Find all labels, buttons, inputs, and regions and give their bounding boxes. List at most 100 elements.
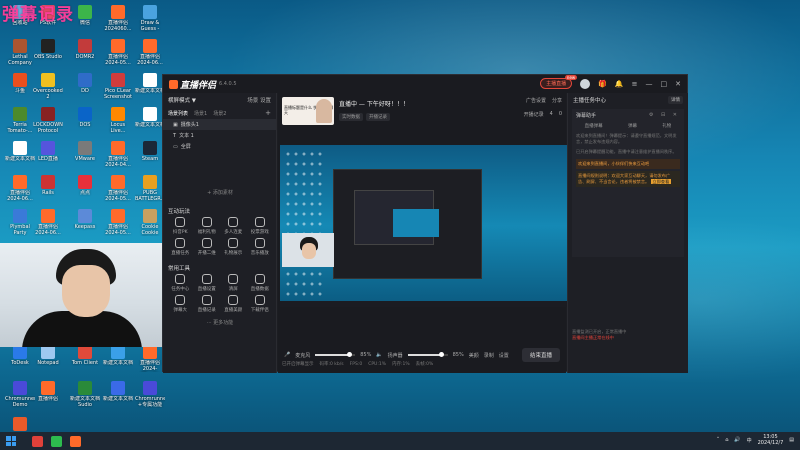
desktop-icon[interactable]: 直播伴侣 2024-06... [5, 175, 35, 202]
more-functions-button[interactable]: ··· 更多功能 [163, 319, 277, 326]
desktop-icon[interactable]: DD [70, 73, 100, 100]
minimize-button[interactable]: — [646, 80, 653, 88]
tool-item[interactable]: 直播美颜 [220, 295, 247, 313]
realtime-data-button[interactable]: 实时数据 [339, 113, 363, 121]
maximize-button[interactable]: □ [661, 80, 668, 88]
share-button[interactable]: 分享 [552, 97, 562, 104]
bell-icon[interactable]: 🔔 [615, 80, 624, 88]
tool-item[interactable]: 清屏 [220, 274, 247, 292]
desktop-icon[interactable]: Pico CLear Screenshot [103, 73, 133, 100]
desktop-icon[interactable]: Rails [33, 175, 63, 202]
tab-scene-list[interactable]: 场景列表 [168, 110, 188, 117]
tab-live-comments[interactable]: 直播弹幕 [585, 123, 603, 129]
desktop-icon[interactable]: Locus Live... [103, 107, 133, 134]
desktop-icon[interactable]: 直播伴侣 2024-05... [103, 209, 133, 236]
desktop-icon[interactable]: 直播伴侣 2024-05... [103, 39, 133, 66]
task-details-button[interactable]: 详情 [668, 96, 683, 104]
interaction-item[interactable]: 礼物展示 [220, 238, 247, 256]
desktop-icon[interactable]: VMware [70, 141, 100, 168]
desktop-icon[interactable]: 新建文本文档 [103, 381, 133, 408]
tab-comments[interactable]: 弹幕 [628, 123, 637, 129]
wps-taskbar-icon[interactable] [32, 435, 43, 447]
desktop-icon[interactable]: 直播伴侣 2024060... [103, 5, 133, 32]
interaction-item[interactable]: 开播二维 [194, 238, 221, 256]
panel-settings-icon[interactable]: ⚙ ⊟ ✕ [649, 112, 680, 118]
desktop-icon[interactable]: Notepad [33, 345, 63, 372]
stream-preview[interactable] [280, 145, 568, 307]
source-item-camera[interactable]: ▣ 摄像头1 [163, 119, 276, 130]
desktop-icon[interactable]: Cookie Cookie Clicker [135, 209, 165, 236]
interaction-item[interactable]: 音乐播放 [247, 238, 274, 256]
desktop-icon[interactable]: DOMR2 [70, 39, 100, 66]
interaction-item[interactable]: 投票游戏 [247, 217, 274, 235]
go-live-badge[interactable]: 主播直播 new [540, 75, 578, 89]
windows-start-icon[interactable] [4, 434, 18, 448]
desktop-icon[interactable]: 直播伴侣 2024-06... [33, 209, 63, 236]
interaction-item[interactable]: 福利礼物 [194, 217, 221, 235]
gift-icon[interactable]: 🎁 [598, 80, 607, 88]
interaction-item[interactable]: 直播任务 [167, 238, 194, 256]
desktop-icon[interactable]: Steam [135, 141, 165, 168]
desktop-icon[interactable]: Plymbal Party [5, 209, 35, 236]
add-scene-button[interactable]: + [265, 109, 271, 117]
ad-settings-button[interactable]: 广告设置 [526, 97, 546, 104]
notification-icon[interactable]: ▤ [789, 437, 794, 443]
desktop-icon[interactable]: 新建文本文档 [135, 107, 165, 134]
orientation-select[interactable]: 横屏模式 ▼ [168, 96, 196, 104]
desktop-icon[interactable]: Overcooked! 2 [33, 73, 63, 100]
desktop-icon[interactable]: Chromrunner +专属功能 [135, 381, 165, 408]
live-record-button[interactable]: 开播记录 [366, 113, 390, 121]
tool-item[interactable]: 下载伴侣 [247, 295, 274, 313]
source-item-text[interactable]: T 文本 1 [163, 130, 276, 141]
desktop-icon[interactable]: DOS [70, 107, 100, 134]
input-language[interactable]: 中 [747, 437, 752, 444]
desktop-icon[interactable]: Terria Tomato-... [5, 107, 35, 134]
desktop-icon[interactable]: Chromunner Demo [5, 381, 35, 408]
network-icon[interactable]: ⌂ [725, 437, 728, 443]
interaction-item[interactable]: 抖音PK [167, 217, 194, 235]
desktop-icon[interactable]: 新建文本文档 [135, 73, 165, 100]
desktop-icon[interactable]: Keepass [70, 209, 100, 236]
desktop-icon[interactable]: OBS Studio [33, 39, 63, 66]
desktop-icon[interactable]: 直播伴侣 2024-04... [103, 141, 133, 168]
chevron-up-icon[interactable]: ˄ [717, 437, 720, 443]
desktop-icon[interactable]: Tom Client [70, 345, 100, 372]
view-now-button[interactable]: 立即查看 [650, 179, 672, 184]
scene-settings[interactable]: 场景 设置 [247, 96, 271, 104]
menu-icon[interactable]: ≡ [632, 80, 638, 88]
desktop-icon[interactable]: 微信 [70, 5, 100, 32]
desktop-icon[interactable]: 新建文本文档 [103, 345, 133, 372]
tool-item[interactable]: 直播设置 [194, 274, 221, 292]
desktop-icon[interactable]: ToDesk [5, 345, 35, 372]
desktop-icon[interactable]: 直播伴侣 [33, 381, 63, 408]
desktop-icon[interactable]: Lethal Company [5, 39, 35, 66]
tool-item[interactable]: 直播数据 [247, 274, 274, 292]
tab-scene-2[interactable]: 场景2 [213, 110, 226, 117]
tool-item[interactable]: 直播记录 [194, 295, 221, 313]
user-avatar[interactable] [580, 78, 591, 89]
desktop-icon[interactable]: 直播伴侣 2024-06... [135, 39, 165, 66]
live-companion-taskbar-icon[interactable] [70, 435, 81, 447]
tool-item[interactable]: 任务中心 [167, 274, 194, 292]
clock[interactable]: 13:05 2024/12/7 [758, 434, 784, 446]
desktop-icon[interactable]: 点点 [70, 175, 100, 202]
desktop-icon[interactable]: 新建文本文档 Sudio [70, 381, 100, 408]
desktop-icon[interactable]: LED直播 [33, 141, 63, 168]
desktop-icon[interactable]: LOCKDOWN Protocol [33, 107, 63, 134]
source-item-fullscreen[interactable]: ▭ 全屏 [163, 141, 276, 152]
interaction-item[interactable]: 多人连麦 [220, 217, 247, 235]
add-source-button[interactable]: + 添加素材 [163, 189, 277, 196]
desktop-icon[interactable]: Draw & Guess - Gu... [135, 5, 165, 32]
speaker-volume-slider[interactable] [407, 352, 448, 357]
desktop-icon[interactable]: 直播伴侣 2024-05... [103, 175, 133, 202]
desktop-icon[interactable]: 新建文本文档 [5, 141, 35, 168]
tab-scene-1[interactable]: 场景1 [194, 110, 207, 117]
desktop-icon[interactable]: PUBG BATTLEGR... [135, 175, 165, 202]
close-button[interactable]: ✕ [675, 80, 681, 88]
desktop-icon[interactable]: 直播伴侣 2024-05...dic [135, 345, 165, 372]
tool-item[interactable]: 弹幕大 [167, 295, 194, 313]
desktop-icon[interactable]: 斗鱼 [5, 73, 35, 100]
room-cover-thumbnail[interactable]: 直播标题是什么 快来和我聊天 [282, 97, 334, 125]
volume-icon[interactable]: 🔊 [734, 437, 740, 443]
live-history-button[interactable]: 开播记录 [524, 111, 544, 118]
